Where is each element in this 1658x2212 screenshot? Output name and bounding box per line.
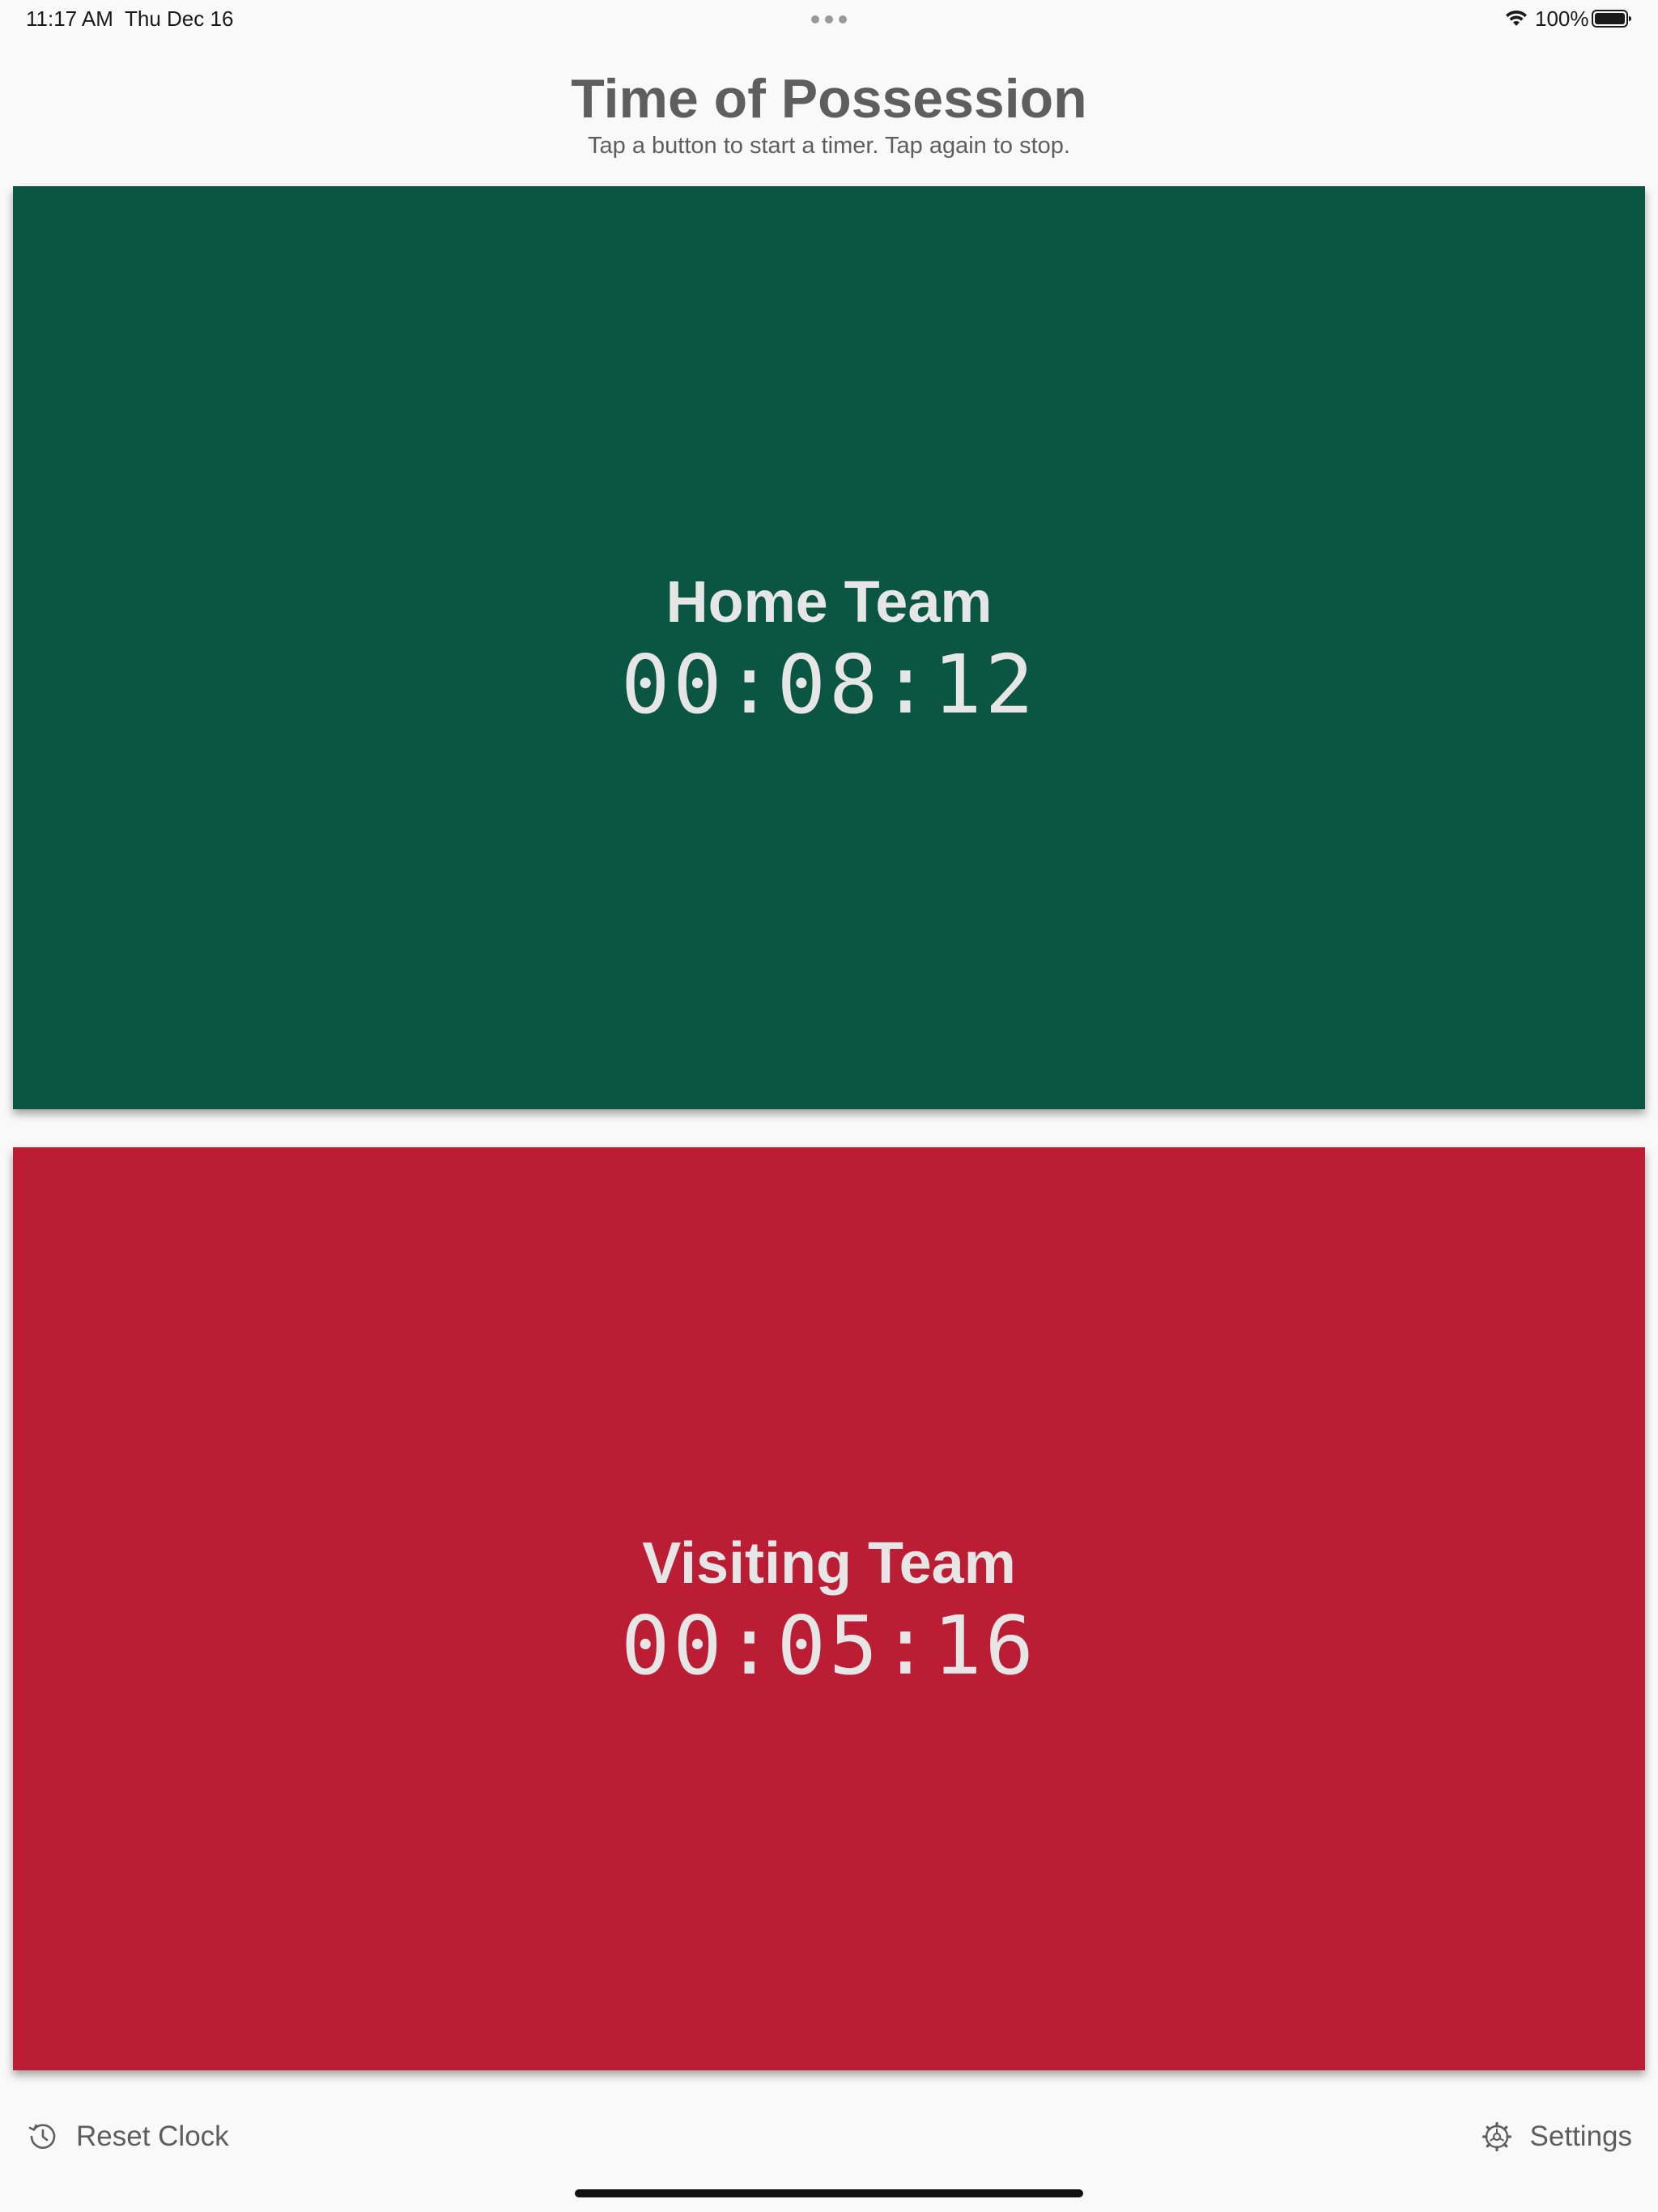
wifi-icon [1506, 10, 1527, 26]
home-team-name: Home Team [665, 570, 993, 635]
clock-counterclockwise-icon [28, 2124, 56, 2149]
visiting-team-time: 00:05:16 [621, 1598, 1037, 1693]
status-date: Thu Dec 16 [125, 6, 234, 31]
visiting-team-timer-button[interactable]: Visiting Team 00:05:16 [13, 1147, 1645, 2070]
status-bar: 11:17 AM Thu Dec 16 100% [0, 0, 1658, 39]
home-team-timer-button[interactable]: Home Team 00:08:12 [13, 186, 1645, 1109]
reset-clock-button[interactable]: Reset Clock [28, 2116, 229, 2157]
reset-clock-label: Reset Clock [76, 2121, 229, 2152]
multitask-dots-icon[interactable] [811, 15, 847, 23]
settings-button[interactable]: Settings [1482, 2116, 1632, 2157]
page-title: Time of Possession [571, 68, 1087, 130]
status-time: 11:17 AM [26, 6, 113, 31]
gear-icon [1482, 2121, 1511, 2152]
battery-icon [1592, 10, 1631, 28]
home-team-time: 00:08:12 [621, 637, 1037, 732]
home-indicator[interactable] [575, 2189, 1083, 2197]
page-subtitle: Tap a button to start a timer. Tap again… [588, 133, 1070, 159]
battery-percentage: 100% [1535, 6, 1589, 31]
visiting-team-name: Visiting Team [642, 1531, 1016, 1596]
settings-label: Settings [1529, 2121, 1632, 2152]
